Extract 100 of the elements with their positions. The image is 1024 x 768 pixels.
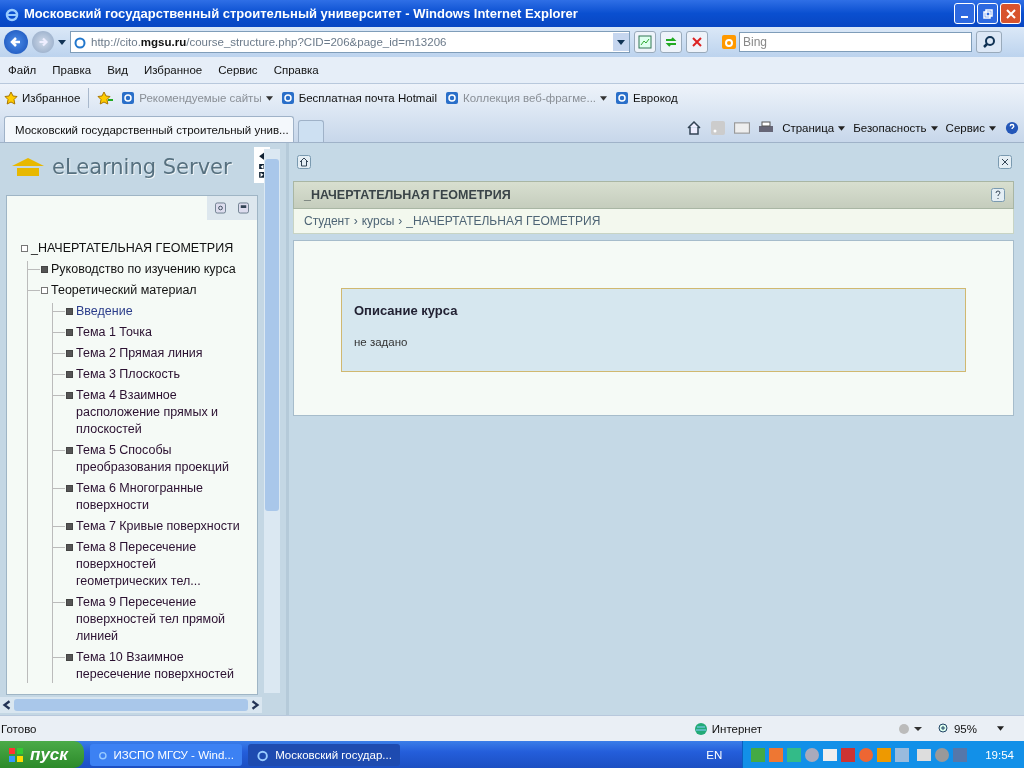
command-menu[interactable]: Сервис — [945, 122, 996, 134]
tree-bullet-icon — [66, 485, 73, 492]
arrow-left-icon[interactable] — [258, 163, 266, 170]
menu-item[interactable]: Справка — [273, 64, 319, 76]
breadcrumb-separator: › — [353, 214, 358, 228]
tree-item[interactable]: Тема 4 Взаимное расположение прямых и плоскостей — [76, 387, 246, 438]
stop-button[interactable] — [686, 31, 708, 53]
refresh-icon — [664, 35, 678, 49]
tree-bullet-icon — [66, 329, 73, 336]
vertical-scrollbar[interactable] — [264, 149, 280, 693]
tree-item[interactable]: Введение — [76, 303, 246, 320]
restore-button[interactable] — [977, 3, 998, 24]
restore-icon — [982, 8, 993, 19]
dropdown-button[interactable] — [613, 33, 629, 51]
home-icon[interactable] — [297, 155, 311, 169]
tree-item[interactable]: Тема 5 Способы преобразования проекций — [76, 442, 246, 476]
card-text: не задано — [354, 336, 409, 348]
close-icon — [1005, 8, 1016, 19]
refresh-button[interactable] — [660, 31, 682, 53]
search-field[interactable]: Bing — [739, 32, 972, 52]
search-icon[interactable] — [215, 202, 226, 214]
start-button[interactable]: пуск — [0, 741, 84, 768]
caret-icon — [838, 125, 846, 131]
arrow-right-icon[interactable] — [258, 172, 266, 178]
breadcrumb-link[interactable]: курсы — [361, 214, 395, 228]
caret-icon — [600, 95, 608, 101]
site-logo: eLearning Server — [10, 149, 232, 185]
search-provider-icon — [722, 35, 736, 49]
tree-bullet-icon — [66, 392, 73, 399]
tree-item[interactable]: Тема 1 Точка — [76, 324, 246, 341]
card-title: Описание курса — [354, 303, 459, 318]
protected-mode-icon[interactable] — [897, 722, 922, 735]
home-icon[interactable] — [686, 121, 703, 135]
close-button[interactable] — [1000, 3, 1021, 24]
favorites-button[interactable]: Избранное — [4, 91, 81, 105]
tree-item[interactable]: Тема 7 Кривые поверхности — [76, 518, 246, 535]
language-indicator[interactable]: EN — [706, 748, 723, 761]
minimize-button[interactable] — [954, 3, 975, 24]
tree-item[interactable]: Тема 3 Плоскость — [76, 366, 246, 383]
breadcrumb-link[interactable]: _НАЧЕРТАТЕЛЬНАЯ ГЕОМЕТРИЯ — [406, 214, 601, 228]
search-icon — [982, 35, 996, 49]
tree-toggle-icon[interactable] — [41, 266, 48, 273]
zoom-button[interactable]: 95% — [937, 722, 1004, 735]
tree-bullet-icon — [66, 350, 73, 357]
collapse-icon[interactable] — [258, 152, 266, 161]
tree-item[interactable]: _НАЧЕРТАТЕЛЬНАЯ ГЕОМЕТРИЯ — [31, 240, 234, 257]
tree-item[interactable]: Тема 10 Взаимное пересечение поверхностей — [76, 649, 246, 683]
arrow-left-icon[interactable] — [2, 700, 12, 710]
tree-bullet-icon — [66, 544, 73, 551]
tree-toggle-icon[interactable] — [41, 287, 48, 294]
favorites-link[interactable]: Бесплатная почта Hotmail — [280, 91, 437, 105]
tree-bullet-icon — [66, 654, 73, 661]
page-icon — [121, 91, 136, 105]
horizontal-scrollbar[interactable] — [0, 697, 262, 713]
bookmark-icon[interactable] — [238, 202, 249, 214]
add-favorite-icon[interactable] — [97, 91, 114, 105]
tree-bullet-icon — [66, 599, 73, 606]
breadcrumb-link[interactable]: Студент — [304, 214, 350, 228]
search-button[interactable] — [976, 31, 1002, 53]
tree-bullet-icon — [66, 523, 73, 530]
breadcrumb-separator: › — [398, 214, 403, 228]
menu-item[interactable]: Правка — [52, 64, 92, 76]
caret-icon — [989, 125, 996, 131]
back-button[interactable] — [4, 30, 28, 54]
globe-icon — [693, 721, 708, 736]
caret-icon — [997, 726, 1004, 731]
close-icon[interactable] — [998, 155, 1012, 169]
help-icon[interactable] — [1004, 121, 1020, 135]
page-icon — [615, 91, 630, 105]
tree-toggle-icon[interactable] — [21, 245, 28, 252]
arrow-right-icon[interactable] — [250, 700, 260, 710]
browser-tab[interactable]: Московский государственный строительный унив... — [4, 116, 294, 142]
taskbar-button[interactable]: Московский государ... — [247, 743, 400, 766]
caret-icon[interactable] — [58, 39, 66, 45]
tree-item[interactable]: Теоретический материал — [51, 282, 197, 299]
tree-item[interactable]: Тема 2 Прямая линия — [76, 345, 246, 362]
minimize-icon — [961, 15, 968, 18]
printer-icon[interactable] — [758, 121, 775, 135]
menu-item[interactable]: Сервис — [218, 64, 258, 76]
clock: 19:54 — [985, 748, 1014, 761]
tree-bullet-icon — [66, 371, 73, 378]
menu-item[interactable]: Избранное — [143, 64, 203, 76]
taskbar-button[interactable]: ИЗСПО МГСУ - Wind... — [89, 743, 242, 766]
command-menu[interactable]: Безопасность — [853, 122, 938, 134]
menu-item[interactable]: Файл — [8, 64, 37, 76]
tree-item[interactable]: Руководство по изучению курса — [51, 261, 236, 278]
chart-icon — [638, 35, 652, 49]
tree-item[interactable]: Тема 6 Многогранные поверхности — [76, 480, 246, 514]
tree-item[interactable]: Тема 8 Пересечение поверхностей геометрических тел... — [76, 539, 246, 590]
tree-item[interactable]: Тема 9 Пересечение поверхностей тел прямой линией — [76, 594, 246, 645]
security-zone: Интернет — [693, 721, 762, 736]
page-icon — [73, 35, 87, 49]
help-icon[interactable] — [991, 188, 1005, 202]
command-menu[interactable]: Страница — [782, 122, 846, 134]
windows-logo-icon — [8, 746, 24, 763]
address-field[interactable]: http://cito.mgsu.ru/course_structure.php?CID=206&page_id=m13206 — [70, 31, 630, 53]
page-title: _НАЧЕРТАТЕЛЬНАЯ ГЕОМЕТРИЯ — [304, 188, 511, 202]
menu-item[interactable]: Вид — [107, 64, 128, 76]
tree-bullet-icon — [66, 308, 73, 315]
favorites-link[interactable]: Еврокод — [615, 91, 678, 105]
